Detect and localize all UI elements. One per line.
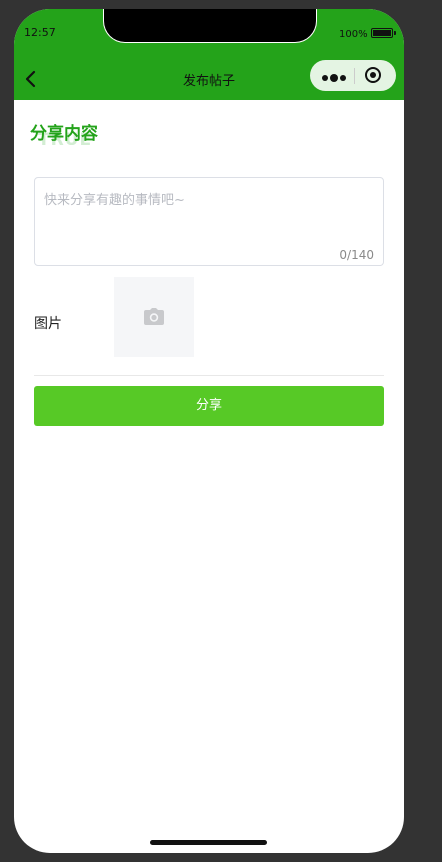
battery-icon [371,28,396,38]
status-time: 12:57 [24,26,56,39]
share-button[interactable]: 分享 [34,386,384,426]
content-placeholder: 快来分享有趣的事情吧~ [44,193,185,208]
camera-icon [143,308,165,326]
more-dots-icon[interactable] [320,69,350,82]
content-textarea[interactable]: 快来分享有趣的事情吧~ 0/140 [34,177,384,266]
navigation-bar: 12:57 100% 发布帖子 [14,9,404,100]
device-notch [103,9,317,43]
phone-screen: 12:57 100% 发布帖子 TRUE 分享内容 快来分享有趣的事情吧~ 0/… [14,9,404,853]
target-close-icon[interactable] [364,66,382,84]
character-count: 0/140 [339,248,374,262]
mini-program-capsule [310,60,396,91]
capsule-divider [354,68,355,84]
image-field-label: 图片 [34,316,62,332]
home-indicator [150,840,267,845]
form-divider [34,375,384,376]
section-title: 分享内容 [30,124,98,144]
section-header: TRUE 分享内容 [28,119,228,157]
status-battery-percent: 100% [339,29,368,40]
image-upload-button[interactable] [114,277,194,357]
